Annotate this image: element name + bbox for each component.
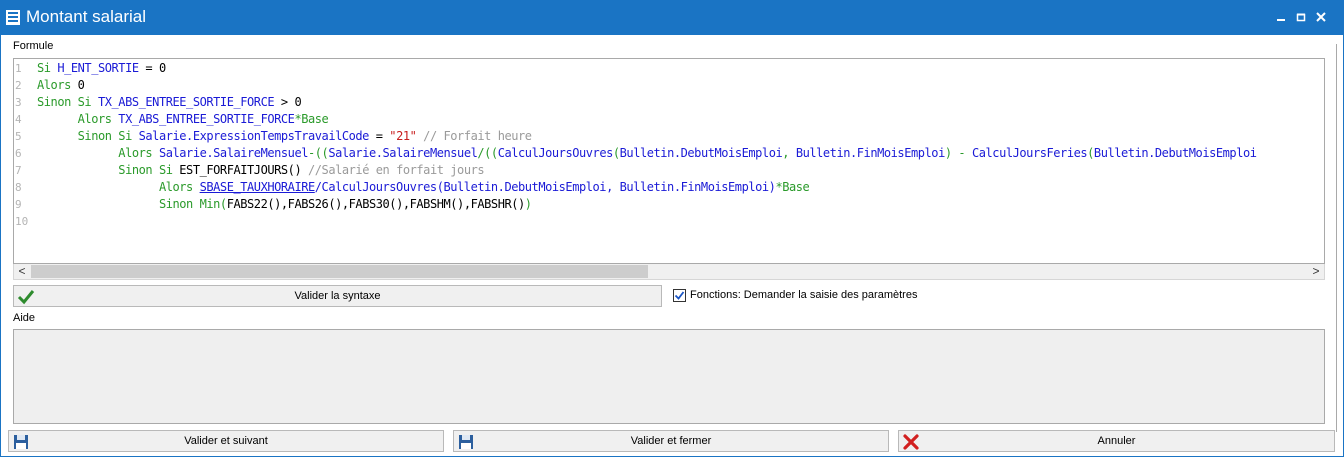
code-text: Alors Salarie.SalaireMensuel-((Salarie.S… — [37, 145, 1257, 162]
code-token: SBASE_TAUXHORAIRE — [199, 180, 316, 194]
code-token: ( — [612, 146, 620, 160]
code-token: ) - — [944, 146, 972, 160]
validate-next-button[interactable]: Valider et suivant — [8, 430, 444, 452]
code-token: Alors — [37, 78, 78, 92]
panel-edge — [1336, 44, 1337, 432]
code-token: //Salarié en forfait jours — [308, 163, 485, 177]
minimize-icon[interactable] — [1273, 9, 1289, 25]
code-token: Alors — [37, 112, 119, 126]
cancel-button[interactable]: Annuler — [898, 430, 1335, 452]
code-token: = — [368, 129, 390, 143]
code-token: Salarie.SalaireMensuel — [328, 146, 478, 160]
code-token: Bulletin.DebutMoisEmploi — [619, 146, 783, 160]
maximize-icon[interactable] — [1293, 9, 1309, 25]
code-text: Alors SBASE_TAUXHORAIRE/CalculJoursOuvre… — [37, 179, 810, 196]
code-token: "21" — [389, 129, 417, 143]
code-text: Alors TX_ABS_ENTREE_SORTIE_FORCE*Base — [37, 111, 329, 128]
code-token: // Forfait heure — [416, 129, 532, 143]
code-text: Sinon Si TX_ABS_ENTREE_SORTIE_FORCE > 0 — [37, 94, 302, 111]
form-icon — [6, 10, 20, 25]
line-number: 4 — [15, 113, 22, 126]
line-number: 9 — [15, 198, 22, 211]
cancel-label: Annuler — [1097, 435, 1136, 447]
code-token: CalculJoursOuvres — [497, 146, 614, 160]
check-icon — [674, 291, 685, 300]
code-token: TX_ABS_ENTREE_SORTIE_FORCE — [118, 112, 295, 126]
code-token: Si — [37, 61, 58, 75]
horizontal-scrollbar[interactable]: < > — [13, 264, 1325, 280]
validate-syntax-button[interactable]: Valider la syntaxe — [13, 285, 662, 307]
validate-close-button[interactable]: Valider et fermer — [453, 430, 889, 452]
code-token: Sinon Si — [37, 95, 98, 109]
code-token: /CalculJoursOuvres(Bulletin.DebutMoisEmp… — [314, 180, 776, 194]
code-token: Salarie.ExpressionTempsTravailCode — [138, 129, 370, 143]
code-token: Sinon Si — [37, 129, 139, 143]
line-number: 2 — [15, 79, 22, 92]
line-number: 7 — [15, 164, 22, 177]
code-text: Alors 0 — [37, 77, 85, 94]
validate-next-label: Valider et suivant — [184, 435, 268, 447]
line-number: 5 — [15, 130, 22, 143]
code-token: Salarie.SalaireMensuel — [158, 146, 308, 160]
code-text: Si H_ENT_SORTIE = 0 — [37, 60, 166, 77]
line-number: 3 — [15, 96, 22, 109]
line-number: 8 — [15, 181, 22, 194]
code-token: > 0 — [274, 95, 302, 109]
window-title: Montant salarial — [26, 7, 147, 26]
params-checkbox[interactable] — [673, 289, 686, 302]
code-text: Sinon Min(FABS22(),FABS26(),FABS30(),FAB… — [37, 196, 532, 213]
code-token: FABS22(),FABS26(),FABS30(),FABSHM(),FABS… — [226, 197, 526, 211]
code-token: EST_FORFAITJOURS() — [179, 163, 308, 177]
code-text: Sinon Si EST_FORFAITJOURS() //Salarié en… — [37, 162, 484, 179]
code-token: 0 — [77, 78, 85, 92]
code-token: Min( — [199, 197, 228, 211]
title-bar: Montant salarial — [0, 0, 1344, 35]
code-token: ) — [524, 197, 532, 211]
code-token: CalculJoursFeries — [971, 146, 1088, 160]
line-number: 6 — [15, 147, 22, 160]
scroll-right-icon[interactable]: > — [1308, 264, 1324, 279]
line-number: 1 — [15, 62, 22, 75]
code-text: Sinon Si Salarie.ExpressionTempsTravailC… — [37, 128, 532, 145]
scrollbar-thumb[interactable] — [31, 265, 648, 278]
code-token: Bulletin.DebutMoisEmploi — [1093, 146, 1257, 160]
code-token: Sinon Si — [37, 163, 180, 177]
formula-editor[interactable]: 1 Si H_ENT_SORTIE = 0 2 Alors 0 3 Sinon Si TX… — [13, 58, 1325, 264]
code-token: ( — [1087, 146, 1094, 160]
line-number: 10 — [15, 215, 29, 228]
code-token: *Base — [294, 112, 329, 126]
validate-close-label: Valider et fermer — [630, 435, 712, 447]
code-token: Alors — [37, 180, 200, 194]
validate-syntax-label: Valider la syntaxe — [294, 290, 381, 302]
code-token: = 0 — [138, 61, 166, 75]
formule-label: Formule — [13, 40, 54, 52]
code-token: , — [782, 146, 796, 160]
code-token: -(( — [308, 146, 329, 160]
close-icon[interactable] — [1313, 9, 1329, 25]
code-token: *Base — [775, 180, 810, 194]
code-token: /(( — [477, 146, 498, 160]
code-token: Alors — [37, 146, 159, 160]
code-token: Bulletin.FinMoisEmploi — [795, 146, 945, 160]
help-panel — [13, 329, 1325, 424]
params-checkbox-label: Fonctions: Demander la saisie des paramè… — [690, 289, 918, 301]
code-token: Sinon — [37, 197, 200, 211]
scroll-left-icon[interactable]: < — [14, 264, 30, 279]
aide-label: Aide — [13, 312, 36, 324]
code-token: TX_ABS_ENTREE_SORTIE_FORCE — [97, 95, 275, 109]
code-token: H_ENT_SORTIE — [57, 61, 139, 75]
